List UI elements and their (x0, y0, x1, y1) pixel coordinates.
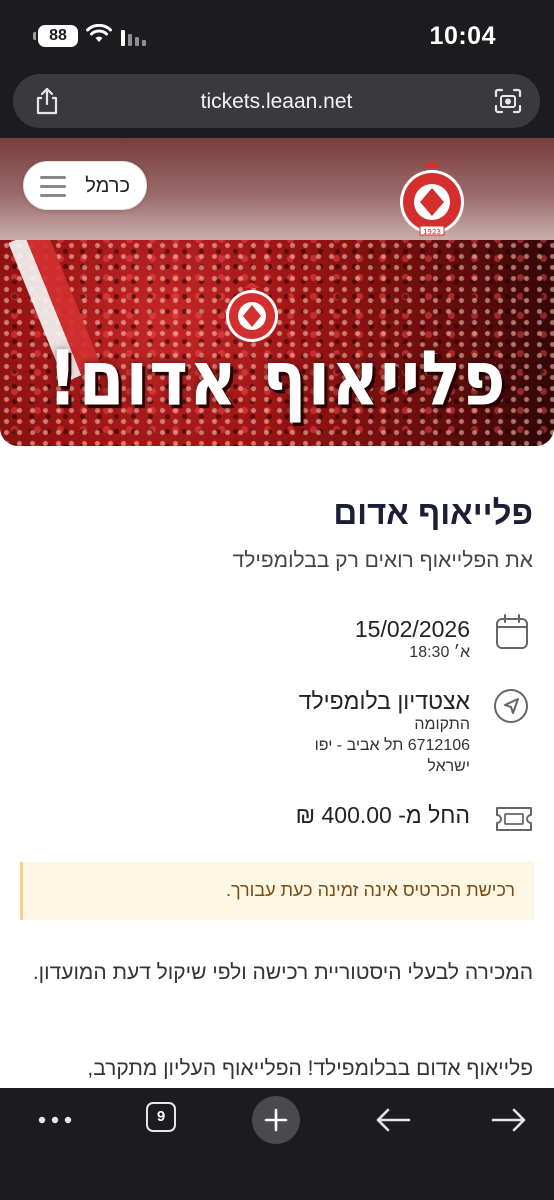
menu-button[interactable]: כרמל (23, 161, 147, 210)
site-header: כרמל 1923 (0, 138, 554, 240)
club-logo[interactable]: 1923 (398, 160, 466, 236)
browser-toolbar: 9 (0, 1088, 554, 1200)
description-paragraph: המכירה לבעלי היסטוריית רכישה ולפי שיקול … (32, 961, 533, 984)
hamburger-icon (40, 176, 66, 203)
description-paragraph-2: פלייאוף אדום בבלומפילד! הפלייאוף העליון … (87, 1057, 533, 1080)
event-subtitle: את הפלייאוף רואים רק בבלומפילד (232, 549, 533, 572)
venue-country: ישראל (427, 758, 470, 775)
location-navigation-icon (494, 689, 528, 723)
tab-switcher-button[interactable]: 9 (146, 1102, 176, 1132)
menu-label: כרמל (85, 175, 130, 197)
address-bar[interactable]: tickets.leaan.net (13, 74, 540, 128)
battery-indicator: 88 (33, 25, 78, 47)
plus-icon (264, 1108, 288, 1132)
status-bar: 88 10:04 (0, 0, 554, 68)
arrow-right-icon[interactable] (491, 1107, 527, 1133)
calendar-icon (496, 614, 528, 649)
svg-text:1923: 1923 (423, 228, 441, 236)
status-time: 10:04 (429, 22, 496, 50)
availability-notice: רכישת הכרטיס אינה זמינה כעת עבורך. (20, 862, 534, 920)
arrow-left-icon[interactable] (375, 1107, 411, 1133)
browser-address-area: tickets.leaan.net (0, 68, 554, 138)
venue-address-street: התקומה (414, 716, 470, 733)
more-dots-icon[interactable] (38, 1116, 72, 1124)
event-day-time: א׳ 18:30 (409, 644, 470, 661)
notice-text: רכישת הכרטיס אינה זמינה כעת עבורך. (225, 880, 515, 900)
cellular-signal-icon (121, 28, 146, 46)
wifi-icon (86, 24, 112, 42)
event-title: פלייאוף אדום (333, 494, 533, 531)
event-date: 15/02/2026 (354, 616, 470, 642)
venue-name: אצטדיון בלומפילד (298, 688, 470, 714)
new-tab-button[interactable] (252, 1096, 300, 1144)
event-price: החל מ- 400.00 ₪ (295, 802, 470, 828)
venue-address-city: 6712106 תל אביב - יפו (314, 737, 470, 754)
banner-title: פלייאוף אדום! (47, 334, 507, 423)
camera-search-icon[interactable] (494, 88, 522, 114)
ticket-icon (496, 807, 532, 831)
url-text[interactable]: tickets.leaan.net (13, 90, 540, 114)
event-banner-image: פלייאוף אדום! (0, 240, 554, 446)
